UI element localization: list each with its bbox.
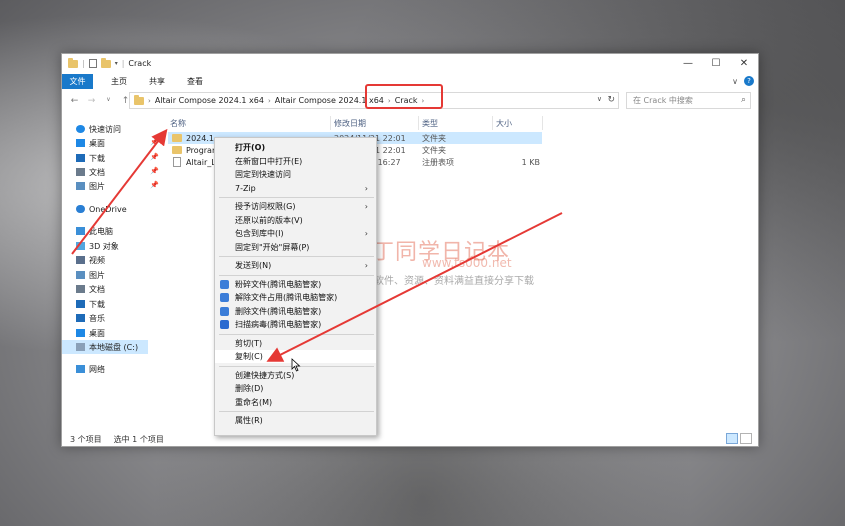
annotation-arrow-copy	[266, 212, 563, 362]
annotation-arrow-folder	[71, 128, 168, 255]
mouse-cursor-icon	[291, 358, 301, 372]
annotation-arrows	[71, 128, 563, 362]
